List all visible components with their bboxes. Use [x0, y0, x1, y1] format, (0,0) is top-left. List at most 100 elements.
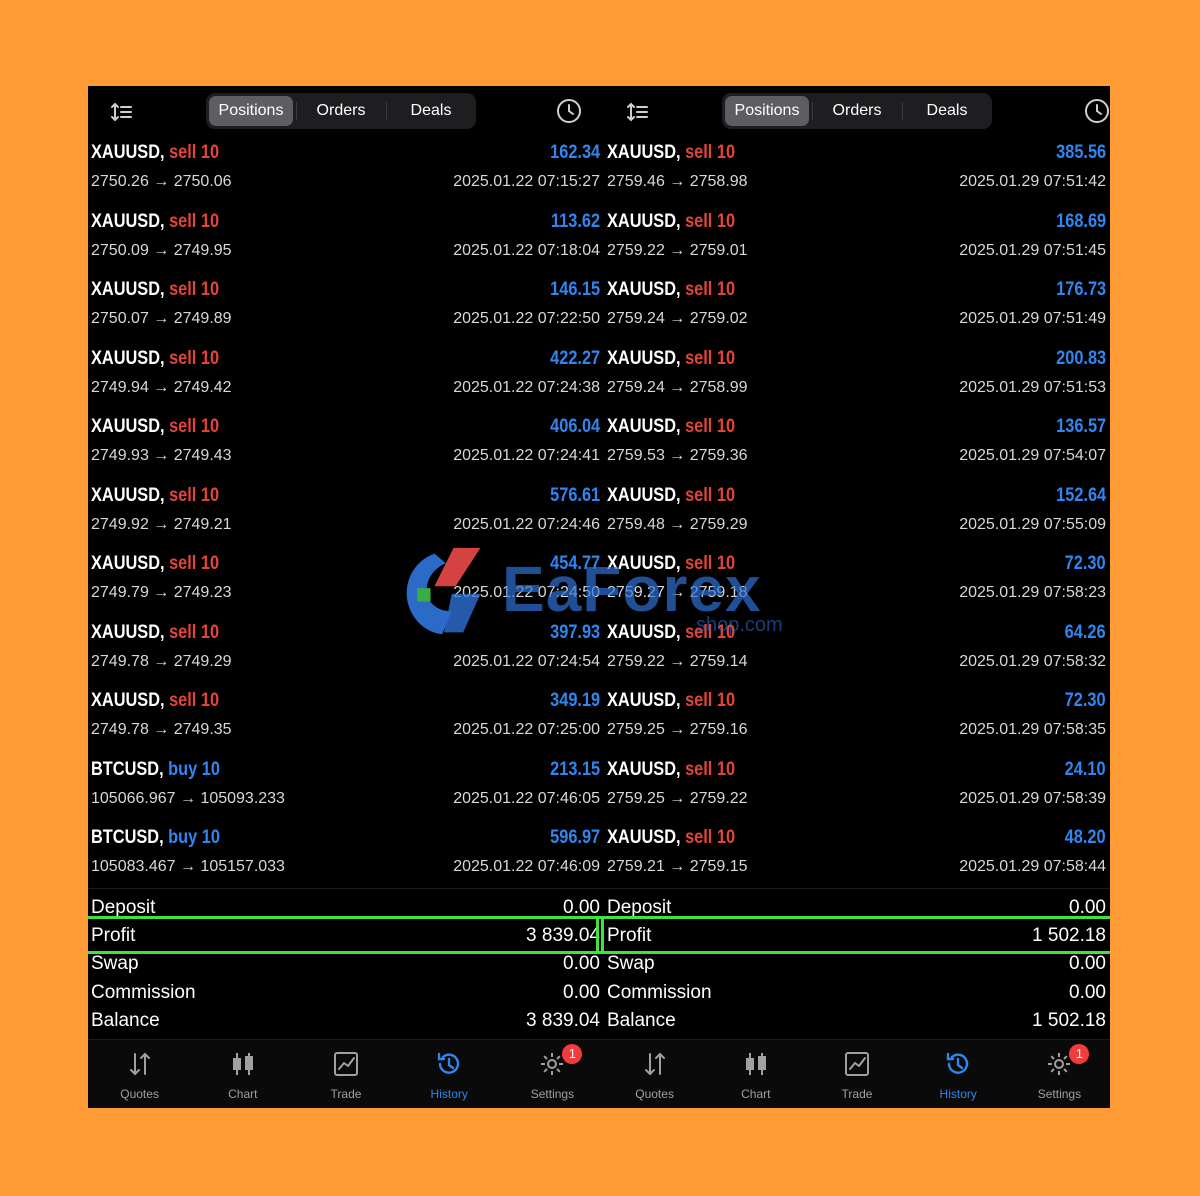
trade-direction: buy [168, 827, 198, 848]
position-time: 2025.01.22 07:25:00 [453, 721, 600, 738]
position-row[interactable]: XAUUSD, sell 10 113.62 2750.09 → 2749.95 20… [88, 207, 604, 276]
position-prices: 2749.78 → 2749.35 [91, 721, 232, 738]
nav-trade[interactable]: Trade [806, 1040, 907, 1108]
symbol-name: XAUUSD, [91, 416, 165, 437]
nav-history[interactable]: History [398, 1040, 501, 1108]
position-row[interactable]: XAUUSD, sell 10 136.57 2759.53 → 2759.36 20… [604, 412, 1110, 481]
summary-label: Swap [607, 953, 655, 975]
position-row[interactable]: XAUUSD, sell 10 48.20 2759.21 → 2759.15 202… [604, 823, 1110, 892]
position-row[interactable]: XAUUSD, sell 10 349.19 2749.78 → 2749.35 20… [88, 686, 604, 755]
bottom-nav: Quotes Chart Trade History Settings 1 [88, 1039, 604, 1108]
nav-settings[interactable]: Settings 1 [1009, 1040, 1110, 1108]
trade-lots: 10 [200, 416, 220, 437]
toolbar: Positions Orders Deals [604, 86, 1110, 138]
summary-commission: Commission 0.00 [88, 979, 604, 1007]
position-prices: 2750.07 → 2749.89 [91, 310, 232, 327]
sort-icon[interactable] [626, 100, 650, 124]
position-time: 2025.01.29 07:51:45 [959, 241, 1106, 259]
trade-lots: 10 [716, 210, 736, 232]
position-row[interactable]: XAUUSD, sell 10 422.27 2749.94 → 2749.42 20… [88, 344, 604, 413]
screenshot-frame: Positions Orders Deals XAUUSD, sell 10 162.3… [88, 86, 1110, 1108]
position-row[interactable]: BTCUSD, buy 10 213.15 105066.967 → 105093.… [88, 755, 604, 824]
nav-quotes[interactable]: Quotes [604, 1040, 705, 1108]
nav-quotes[interactable]: Quotes [88, 1040, 191, 1108]
position-row[interactable]: XAUUSD, sell 10 72.30 2759.27 → 2759.18 202… [604, 549, 1110, 618]
sort-icon[interactable] [110, 100, 134, 124]
nav-label: Settings [1037, 1087, 1082, 1101]
position-time: 2025.01.29 07:58:35 [959, 721, 1106, 738]
position-prices: 2759.22 → 2759.01 [607, 241, 748, 259]
position-profit: 72.30 [1065, 690, 1106, 711]
nav-settings[interactable]: Settings 1 [501, 1040, 604, 1108]
trade-lots: 10 [716, 758, 736, 780]
nav-chart[interactable]: Chart [705, 1040, 806, 1108]
trade-lots: 10 [716, 142, 736, 163]
trade-lots: 10 [716, 553, 736, 574]
trade-direction: sell [169, 553, 197, 574]
position-prices: 105083.467 → 105157.033 [91, 858, 285, 875]
tab-deals[interactable]: Deals [902, 96, 989, 126]
position-time: 2025.01.29 07:54:07 [959, 447, 1106, 464]
trade-lots: 10 [200, 484, 220, 506]
positions-list: XAUUSD, sell 10 162.34 2750.26 → 2750.06 20… [88, 138, 604, 892]
tab-switcher: Positions Orders Deals [722, 93, 992, 129]
tab-deals[interactable]: Deals [386, 96, 473, 126]
position-time: 2025.01.22 07:24:41 [453, 447, 600, 464]
position-prices: 2749.93 → 2749.43 [91, 447, 232, 464]
position-symbol-line: XAUUSD, sell 10 [91, 348, 219, 370]
trade-direction: sell [685, 758, 713, 780]
trade-direction: sell [169, 416, 197, 437]
position-time: 2025.01.22 07:46:09 [453, 858, 600, 875]
position-row[interactable]: XAUUSD, sell 10 72.30 2759.25 → 2759.16 202… [604, 686, 1110, 755]
position-row[interactable]: XAUUSD, sell 10 406.04 2749.93 → 2749.43 20… [88, 412, 604, 481]
position-row[interactable]: BTCUSD, buy 10 596.97 105083.467 → 105157.… [88, 823, 604, 892]
position-row[interactable]: XAUUSD, sell 10 162.34 2750.26 → 2750.06 20… [88, 138, 604, 207]
position-profit: 168.69 [1056, 210, 1106, 232]
summary-label: Balance [607, 1009, 676, 1031]
position-time: 2025.01.22 07:22:50 [453, 310, 600, 327]
position-row[interactable]: XAUUSD, sell 10 152.64 2759.48 → 2759.29 20… [604, 481, 1110, 550]
trade-lots: 10 [201, 827, 220, 848]
position-time: 2025.01.22 07:18:04 [453, 241, 600, 259]
position-row[interactable]: XAUUSD, sell 10 64.26 2759.22 → 2759.14 202… [604, 618, 1110, 687]
position-row[interactable]: XAUUSD, sell 10 168.69 2759.22 → 2759.01 20… [604, 207, 1110, 276]
position-row[interactable]: XAUUSD, sell 10 200.83 2759.24 → 2758.99 20… [604, 344, 1110, 413]
position-prices: 2759.24 → 2759.02 [607, 310, 748, 327]
nav-label: History [430, 1087, 468, 1101]
trade-direction: sell [685, 621, 713, 643]
position-symbol-line: XAUUSD, sell 10 [91, 279, 219, 301]
position-row[interactable]: XAUUSD, sell 10 176.73 2759.24 → 2759.02 20… [604, 275, 1110, 344]
tab-orders[interactable]: Orders [296, 96, 383, 126]
clock-icon[interactable] [1084, 98, 1110, 124]
trade-direction: sell [169, 484, 197, 506]
tab-positions[interactable]: Positions [209, 96, 293, 126]
position-row[interactable]: XAUUSD, sell 10 24.10 2759.25 → 2759.22 202… [604, 755, 1110, 824]
position-row[interactable]: XAUUSD, sell 10 576.61 2749.92 → 2749.21 20… [88, 481, 604, 550]
trade-direction: sell [685, 210, 713, 232]
trade-lots: 10 [200, 690, 220, 711]
position-prices: 2749.79 → 2749.23 [91, 584, 232, 601]
position-time: 2025.01.29 07:58:32 [959, 652, 1106, 670]
tab-orders[interactable]: Orders [812, 96, 899, 126]
symbol-name: XAUUSD, [607, 347, 681, 369]
nav-label: Settings [530, 1087, 575, 1101]
nav-label: Chart [228, 1087, 258, 1101]
position-row[interactable]: XAUUSD, sell 10 146.15 2750.07 → 2749.89 20… [88, 275, 604, 344]
symbol-name: XAUUSD, [607, 484, 681, 506]
position-symbol-line: BTCUSD, buy 10 [91, 827, 220, 849]
position-symbol-line: XAUUSD, sell 10 [607, 690, 735, 712]
position-row[interactable]: XAUUSD, sell 10 397.93 2749.78 → 2749.29 20… [88, 618, 604, 687]
position-profit: 385.56 [1056, 142, 1106, 163]
position-profit: 200.83 [1056, 347, 1106, 369]
nav-history[interactable]: History [908, 1040, 1009, 1108]
position-prices: 2759.25 → 2759.16 [607, 721, 748, 738]
trade-lots: 10 [200, 621, 220, 643]
position-row[interactable]: XAUUSD, sell 10 385.56 2759.46 → 2758.98 20… [604, 138, 1110, 207]
position-row[interactable]: XAUUSD, sell 10 454.77 2749.79 → 2749.23 20… [88, 549, 604, 618]
symbol-name: BTCUSD, [91, 758, 164, 780]
nav-trade[interactable]: Trade [294, 1040, 397, 1108]
clock-icon[interactable] [556, 98, 582, 124]
summary-commission: Commission 0.00 [604, 979, 1110, 1007]
nav-chart[interactable]: Chart [191, 1040, 294, 1108]
tab-positions[interactable]: Positions [725, 96, 809, 126]
